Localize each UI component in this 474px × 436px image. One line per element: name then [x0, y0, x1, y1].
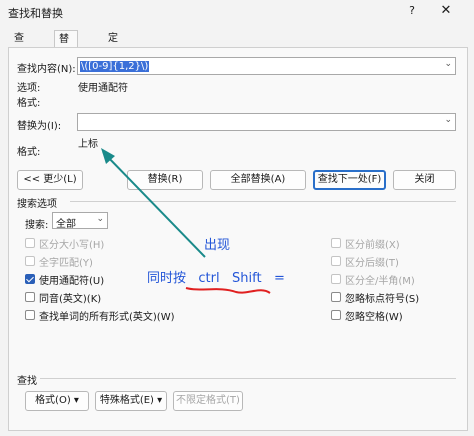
annotation-shortcut: 同时按 ctrl Shift =	[147, 271, 285, 286]
red-underline	[185, 287, 271, 294]
annotation-appears: 出现	[204, 238, 231, 253]
annotation-overlay	[101, 148, 271, 294]
annotation-arrow	[102, 151, 206, 258]
find-replace-dialog: 查找和替换 ? ✕ 查找(D) 替换(P) 定位(G) 查找内容(N): \([…	[0, 0, 474, 436]
